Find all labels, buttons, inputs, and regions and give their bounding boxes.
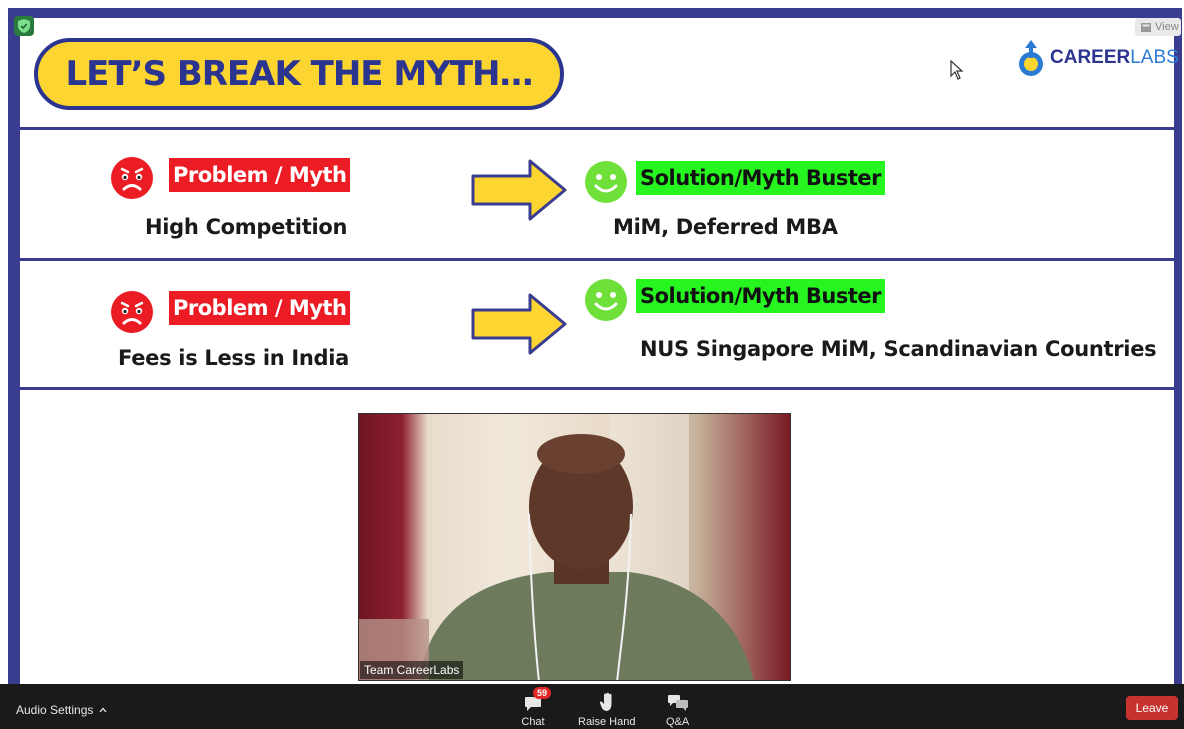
view-label: View <box>1155 21 1179 33</box>
raise-hand-button[interactable]: Raise Hand <box>578 688 635 728</box>
solution-text: NUS Singapore MiM, Scandinavian Countrie… <box>640 337 1157 361</box>
qa-button[interactable]: Q&A <box>666 688 689 728</box>
careerlabs-logo: CAREERLABS <box>1016 38 1179 78</box>
participant-name: Team CareerLabs <box>360 661 464 679</box>
audio-settings-label: Audio Settings <box>16 703 94 717</box>
right-arrow-icon <box>471 159 567 221</box>
divider <box>20 258 1174 261</box>
problem-tag: Problem / Myth <box>169 158 351 192</box>
divider <box>20 387 1174 390</box>
participant-video[interactable] <box>358 413 791 681</box>
problem-tag: Problem / Myth <box>169 291 351 325</box>
right-arrow-icon <box>471 293 567 355</box>
raise-hand-label: Raise Hand <box>578 716 636 728</box>
view-options-button[interactable]: View <box>1135 18 1181 36</box>
solution-tag: Solution/Myth Buster <box>636 279 885 313</box>
sad-face-icon <box>111 291 153 333</box>
careerlabs-logo-icon <box>1019 40 1043 76</box>
problem-text: High Competition <box>145 215 348 239</box>
meeting-toolbar: Audio Settings 59 Chat Raise Hand Q&A Le… <box>0 684 1184 729</box>
chevron-up-icon <box>99 707 107 713</box>
logo-text-labs: LABS <box>1130 47 1179 68</box>
qa-label: Q&A <box>666 716 690 728</box>
mouse-cursor-icon <box>950 59 964 84</box>
smile-face-icon <box>585 279 627 321</box>
leave-button[interactable]: Leave <box>1126 696 1178 720</box>
audio-settings-button[interactable]: Audio Settings <box>16 703 107 717</box>
solution-text: MiM, Deferred MBA <box>613 215 838 239</box>
sad-face-icon <box>111 157 153 199</box>
chat-unread-badge: 59 <box>533 687 552 699</box>
participant-silhouette <box>359 414 754 680</box>
slide-title: LET’S BREAK THE MYTH… <box>65 54 534 94</box>
smile-face-icon <box>585 161 627 203</box>
qa-icon <box>667 695 688 711</box>
divider <box>20 127 1174 130</box>
chat-label: Chat <box>521 716 545 728</box>
slide-title-banner: LET’S BREAK THE MYTH… <box>34 38 564 110</box>
chat-button[interactable]: 59 Chat <box>519 687 552 728</box>
raise-hand-icon <box>599 692 612 711</box>
window-top <box>0 0 1184 8</box>
solution-tag: Solution/Myth Buster <box>636 161 885 195</box>
problem-text: Fees is Less in India <box>118 346 350 370</box>
logo-text-career: CAREER <box>1050 47 1131 68</box>
shield-icon[interactable] <box>14 16 34 36</box>
